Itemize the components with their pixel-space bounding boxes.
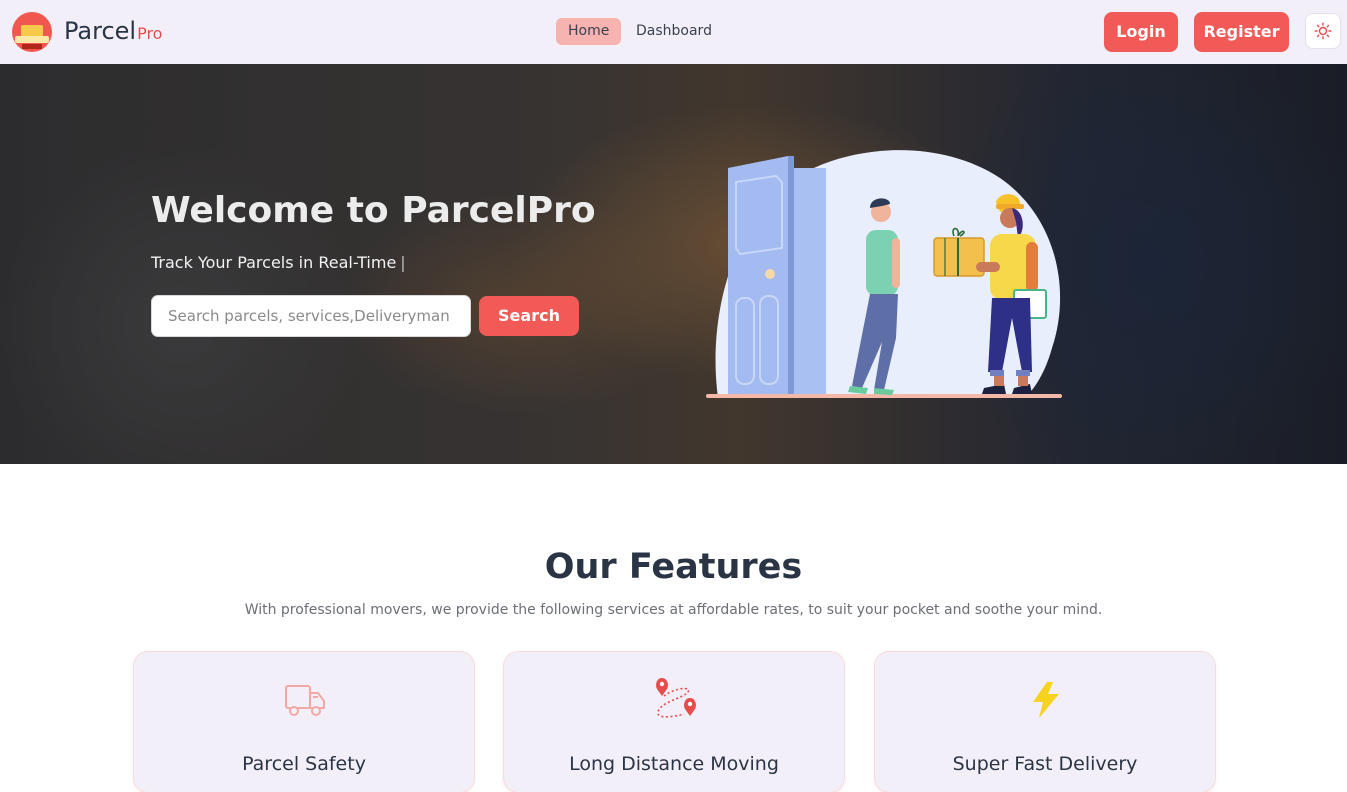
search-input[interactable] bbox=[151, 295, 471, 337]
features-title: Our Features bbox=[544, 547, 803, 587]
navbar: ParcelPro Home Dashboard Login Register bbox=[0, 0, 1347, 64]
feature-title: Long Distance Moving bbox=[569, 753, 779, 775]
hero-title: Welcome to ParcelPro bbox=[151, 190, 596, 231]
theme-toggle-button[interactable] bbox=[1305, 13, 1341, 49]
logo-icon[interactable] bbox=[12, 12, 52, 52]
feature-card-parcel-safety[interactable]: Parcel Safety bbox=[134, 652, 474, 792]
brand-main: Parcel bbox=[64, 17, 137, 45]
nav-link-home[interactable]: Home bbox=[556, 18, 622, 45]
register-button[interactable]: Register bbox=[1194, 12, 1289, 52]
search-button[interactable]: Search bbox=[479, 296, 579, 336]
feature-card-long-distance[interactable]: Long Distance Moving bbox=[504, 652, 844, 792]
login-button[interactable]: Login bbox=[1104, 12, 1178, 52]
truck-icon bbox=[285, 685, 325, 716]
nav-link-dashboard[interactable]: Dashboard bbox=[624, 18, 724, 45]
features-subtitle: With professional movers, we provide the… bbox=[244, 602, 1103, 618]
hero-subtitle-text: Track Your Parcels in Real-Time bbox=[151, 253, 397, 272]
brand-accent: Pro bbox=[137, 24, 163, 43]
feature-title: Super Fast Delivery bbox=[952, 753, 1138, 775]
hero-banner: Welcome to ParcelPro Track Your Parcels … bbox=[0, 64, 1347, 464]
lightning-icon bbox=[1033, 682, 1059, 718]
feature-title: Parcel Safety bbox=[242, 753, 366, 775]
delivery-illustration bbox=[706, 150, 1062, 398]
sun-icon bbox=[1314, 22, 1332, 40]
hero-subtitle: Track Your Parcels in Real-Time | bbox=[151, 252, 406, 274]
typing-cursor: | bbox=[400, 253, 406, 272]
route-pin-icon bbox=[656, 678, 696, 718]
feature-card-fast-delivery[interactable]: Super Fast Delivery bbox=[875, 652, 1215, 792]
brand-name[interactable]: ParcelPro bbox=[64, 15, 162, 50]
